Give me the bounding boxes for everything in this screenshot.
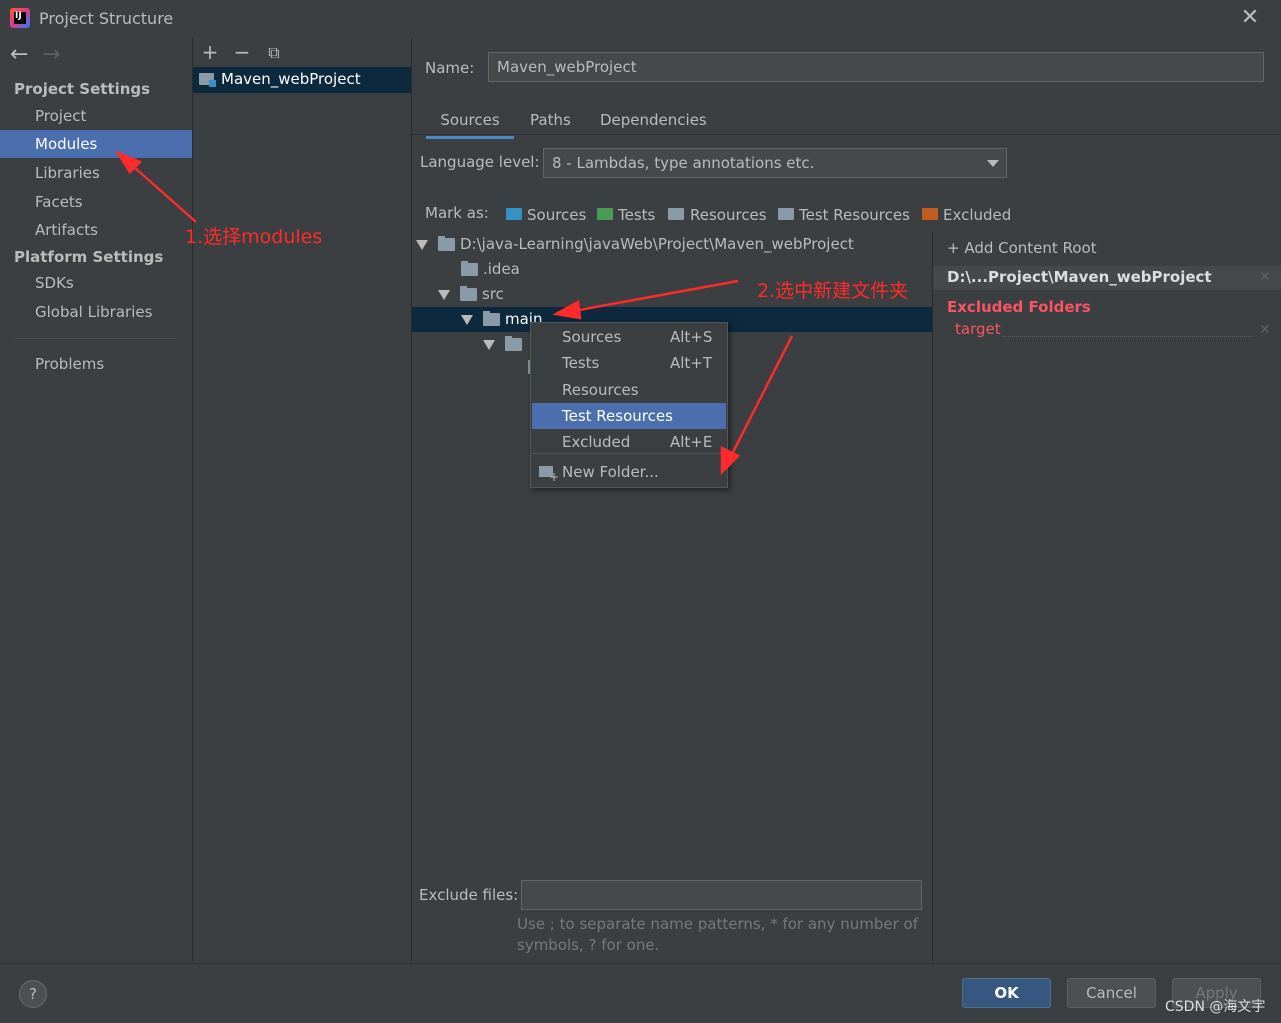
annotation-step2: 2.选中新建文件夹 (757, 280, 909, 302)
annotation-step1: 1.选择modules (185, 226, 323, 248)
annotation-arrows (114, 150, 794, 476)
arrow-head-main (552, 300, 582, 320)
arrow-to-main (567, 279, 739, 314)
dialog-footer: ? OK Cancel Apply CSDN @海文宇 (0, 963, 1281, 1023)
ok-button[interactable]: OK (962, 978, 1051, 1008)
help-icon[interactable]: ? (19, 980, 47, 1008)
cancel-button[interactable]: Cancel (1067, 978, 1156, 1008)
arrow-head-new-folder (720, 445, 741, 476)
arrow-to-modules (125, 159, 197, 223)
arrow-to-new-folder (726, 335, 794, 463)
csdn-watermark: CSDN @海文宇 (1165, 999, 1266, 1015)
